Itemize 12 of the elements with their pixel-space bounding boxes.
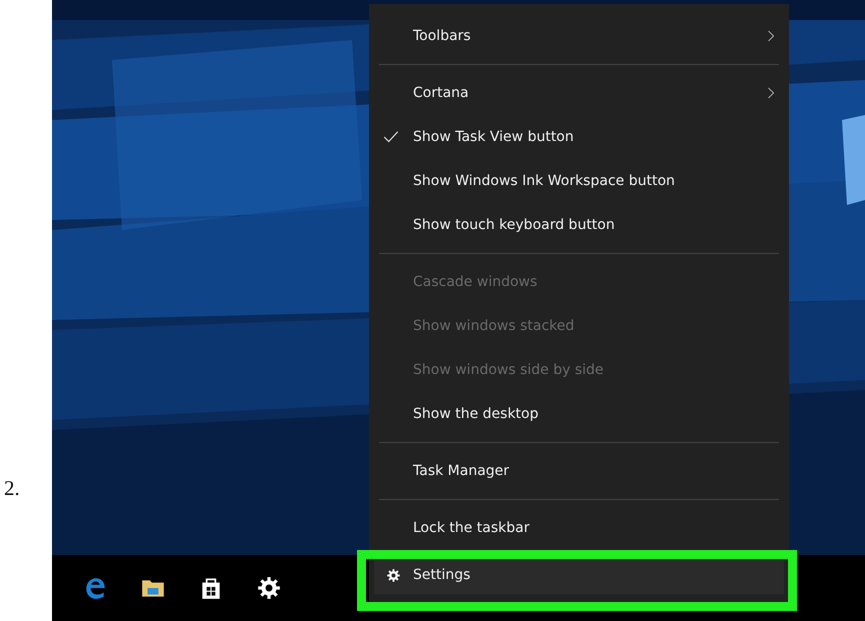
step-number: 2. (3, 476, 20, 501)
menu-item[interactable]: Show touch keyboard button (369, 203, 789, 247)
menu-item[interactable]: Cortana (369, 71, 789, 115)
menu-item[interactable]: Toolbars (369, 14, 789, 58)
menu-item[interactable]: Task Manager (369, 449, 789, 493)
settings-icon[interactable] (256, 575, 282, 601)
menu-item[interactable]: Show Task View button (369, 115, 789, 159)
gear-icon (386, 568, 401, 582)
menu-item[interactable]: Lock the taskbar (369, 506, 789, 550)
menu-item[interactable]: Show Windows Ink Workspace button (369, 159, 789, 203)
menu-item[interactable]: Show the desktop (369, 392, 789, 436)
menu-item[interactable]: Settings (374, 556, 784, 594)
